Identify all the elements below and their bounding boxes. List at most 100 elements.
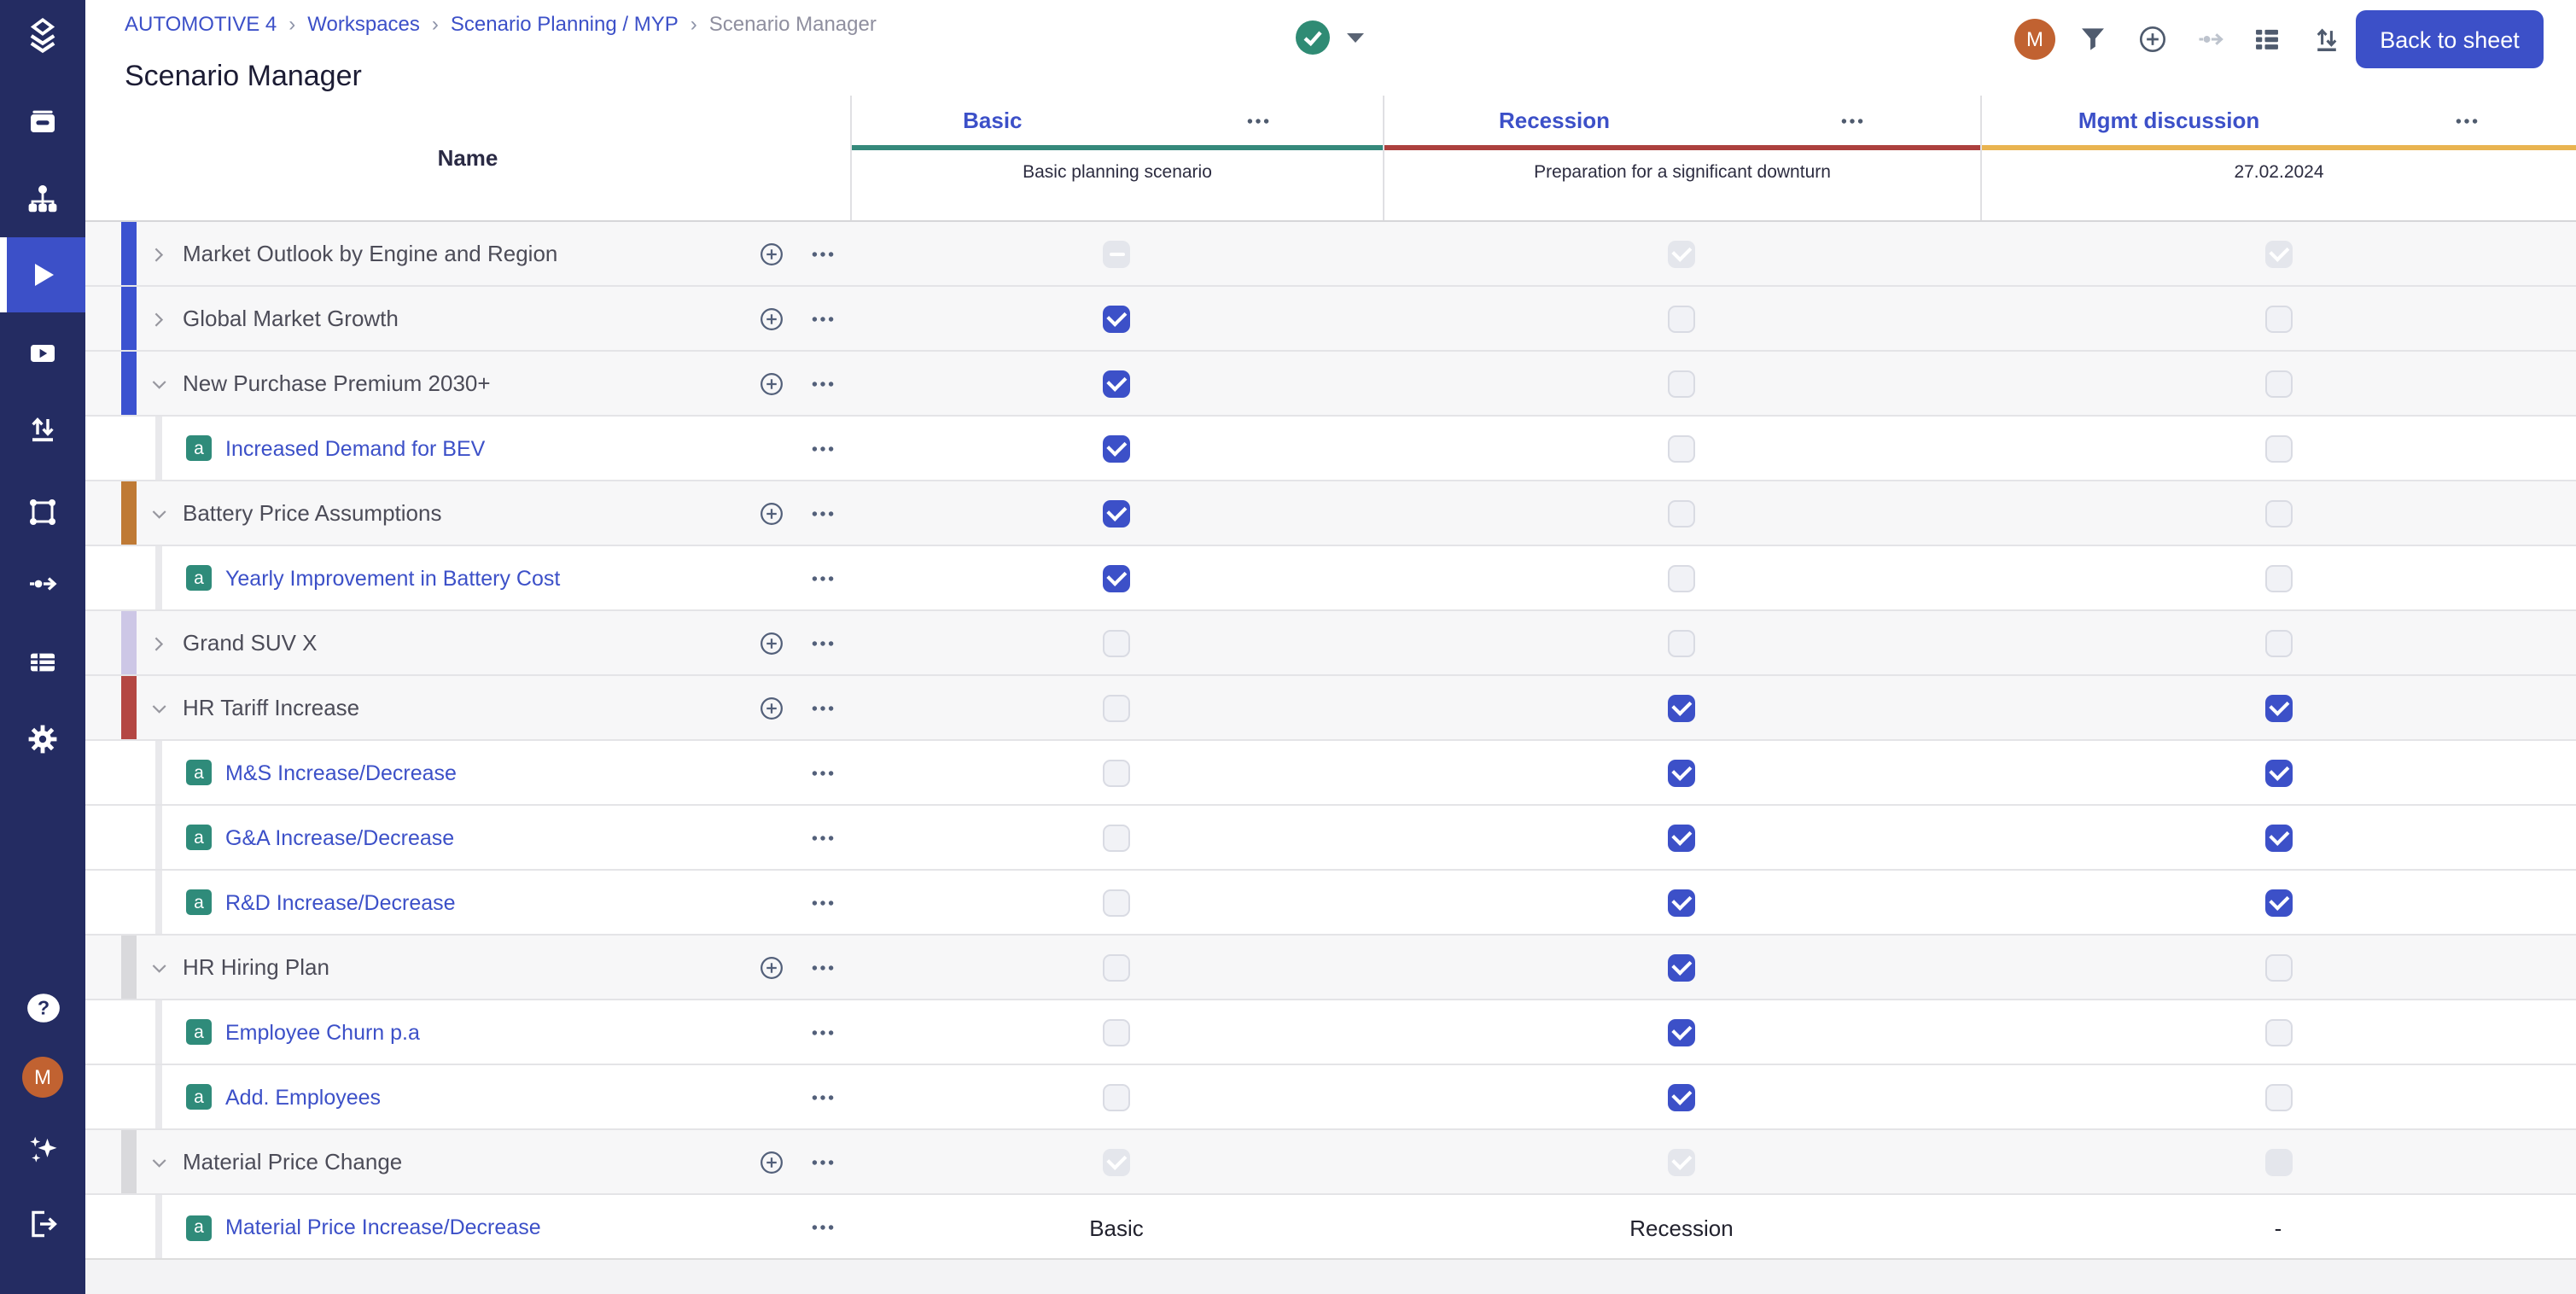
sheets-icon[interactable] (0, 632, 85, 693)
kebab-menu-icon[interactable] (809, 629, 836, 656)
scenario-checkbox[interactable] (2264, 889, 2292, 916)
list-details-icon[interactable] (2252, 24, 2282, 55)
scenario-checkbox[interactable] (1668, 564, 1695, 592)
kebab-menu-icon[interactable] (809, 564, 836, 592)
scenario-checkbox[interactable] (1103, 499, 1130, 527)
scenario-title[interactable]: Mgmt discussion (2078, 108, 2259, 133)
kebab-menu-icon[interactable] (809, 1083, 836, 1110)
add-child-icon[interactable] (758, 629, 785, 656)
add-child-icon[interactable] (758, 499, 785, 527)
chevron-right-icon[interactable] (149, 632, 169, 653)
kebab-menu-icon[interactable] (809, 240, 836, 267)
scenario-checkbox[interactable] (1668, 499, 1695, 527)
kebab-menu-icon[interactable] (809, 370, 836, 397)
filter-icon[interactable] (2078, 24, 2108, 55)
dropdown-caret-icon[interactable] (1347, 31, 1364, 44)
archive-icon[interactable] (0, 92, 85, 154)
scenario-checkbox[interactable] (2264, 564, 2292, 592)
kebab-menu-icon[interactable] (809, 759, 836, 786)
sidebar-user-avatar[interactable]: M (0, 1046, 85, 1108)
scenario-checkbox[interactable] (2264, 370, 2292, 397)
kebab-menu-icon[interactable] (809, 305, 836, 332)
back-to-sheet-button[interactable]: Back to sheet (2356, 10, 2544, 68)
topbar-avatar[interactable]: M (2014, 19, 2055, 60)
sort-icon[interactable] (2311, 24, 2342, 55)
status-group[interactable] (1294, 19, 1364, 56)
kebab-menu-icon[interactable] (809, 694, 836, 721)
scenario-checkbox[interactable] (1103, 889, 1130, 916)
add-child-icon[interactable] (758, 1148, 785, 1175)
scenario-checkbox[interactable] (1668, 305, 1695, 332)
scenario-checkbox[interactable] (2264, 824, 2292, 851)
kebab-menu-icon[interactable] (2452, 107, 2480, 134)
add-child-icon[interactable] (758, 953, 785, 981)
sidebar-item-scenarios[interactable] (0, 237, 85, 312)
status-check-icon[interactable] (1294, 19, 1332, 56)
row-label-link[interactable]: Yearly Improvement in Battery Cost (225, 566, 560, 590)
add-child-icon[interactable] (758, 370, 785, 397)
scenario-checkbox[interactable] (1103, 564, 1130, 592)
model-frame-icon[interactable] (0, 481, 85, 543)
add-child-icon[interactable] (758, 305, 785, 332)
settings-gear-icon[interactable] (0, 708, 85, 770)
scenario-checkbox[interactable] (1668, 1018, 1695, 1046)
data-flow-icon[interactable] (0, 553, 85, 615)
logout-icon[interactable] (0, 1193, 85, 1255)
row-label-link[interactable]: R&D Increase/Decrease (225, 890, 456, 914)
add-child-icon[interactable] (758, 240, 785, 267)
row-label-link[interactable]: G&A Increase/Decrease (225, 825, 454, 849)
row-label-link[interactable]: M&S Increase/Decrease (225, 761, 457, 784)
scenario-checkbox[interactable] (2264, 499, 2292, 527)
chevron-down-icon[interactable] (149, 503, 169, 523)
chevron-right-icon[interactable] (149, 243, 169, 264)
scenario-checkbox[interactable] (1103, 824, 1130, 851)
kebab-menu-icon[interactable] (809, 1148, 836, 1175)
chevron-down-icon[interactable] (149, 957, 169, 977)
scenario-checkbox[interactable] (2264, 953, 2292, 981)
chevron-down-icon[interactable] (149, 373, 169, 393)
scenario-checkbox[interactable] (1103, 434, 1130, 462)
chevron-down-icon[interactable] (149, 697, 169, 718)
ai-sparkles-icon[interactable] (0, 1118, 85, 1180)
scenario-checkbox[interactable] (1103, 1018, 1130, 1046)
kebab-menu-icon[interactable] (1839, 107, 1866, 134)
scenario-checkbox[interactable] (1103, 953, 1130, 981)
chevron-down-icon[interactable] (149, 1151, 169, 1172)
add-circle-icon[interactable] (2137, 24, 2168, 55)
media-player-icon[interactable] (0, 323, 85, 384)
kebab-menu-icon[interactable] (809, 1018, 836, 1046)
scenario-checkbox[interactable] (2264, 1018, 2292, 1046)
scenario-checkbox[interactable] (2264, 629, 2292, 656)
scenario-checkbox[interactable] (1103, 305, 1130, 332)
scenario-checkbox[interactable] (1103, 694, 1130, 721)
row-label-link[interactable]: Add. Employees (225, 1085, 381, 1109)
scenario-checkbox[interactable] (1668, 370, 1695, 397)
breadcrumb-link[interactable]: AUTOMOTIVE 4 (125, 12, 277, 36)
row-label-link[interactable]: Employee Churn p.a (225, 1020, 420, 1044)
scenario-title[interactable]: Recession (1499, 108, 1610, 133)
kebab-menu-icon[interactable] (1244, 107, 1272, 134)
scenario-checkbox[interactable] (1103, 759, 1130, 786)
import-export-icon[interactable] (0, 398, 85, 459)
scenario-checkbox[interactable] (2264, 434, 2292, 462)
breadcrumb-link[interactable]: Workspaces (307, 12, 420, 36)
kebab-menu-icon[interactable] (809, 953, 836, 981)
scenario-checkbox[interactable] (2264, 759, 2292, 786)
scenario-checkbox[interactable] (2264, 694, 2292, 721)
scenario-checkbox[interactable] (1668, 824, 1695, 851)
kebab-menu-icon[interactable] (809, 499, 836, 527)
help-icon[interactable]: ? (0, 976, 85, 1038)
scenario-checkbox[interactable] (1103, 1083, 1130, 1110)
app-logo-icon[interactable] (0, 5, 85, 67)
kebab-menu-icon[interactable] (809, 434, 836, 462)
scenario-checkbox[interactable] (1668, 629, 1695, 656)
scenario-checkbox[interactable] (2264, 1083, 2292, 1110)
scenario-checkbox[interactable] (1668, 889, 1695, 916)
chevron-right-icon[interactable] (149, 308, 169, 329)
scenario-checkbox[interactable] (1103, 370, 1130, 397)
scenario-checkbox[interactable] (1668, 1083, 1695, 1110)
row-label-link[interactable]: Increased Demand for BEV (225, 436, 485, 460)
add-child-icon[interactable] (758, 694, 785, 721)
scenario-checkbox[interactable] (1668, 953, 1695, 981)
kebab-menu-icon[interactable] (809, 824, 836, 851)
